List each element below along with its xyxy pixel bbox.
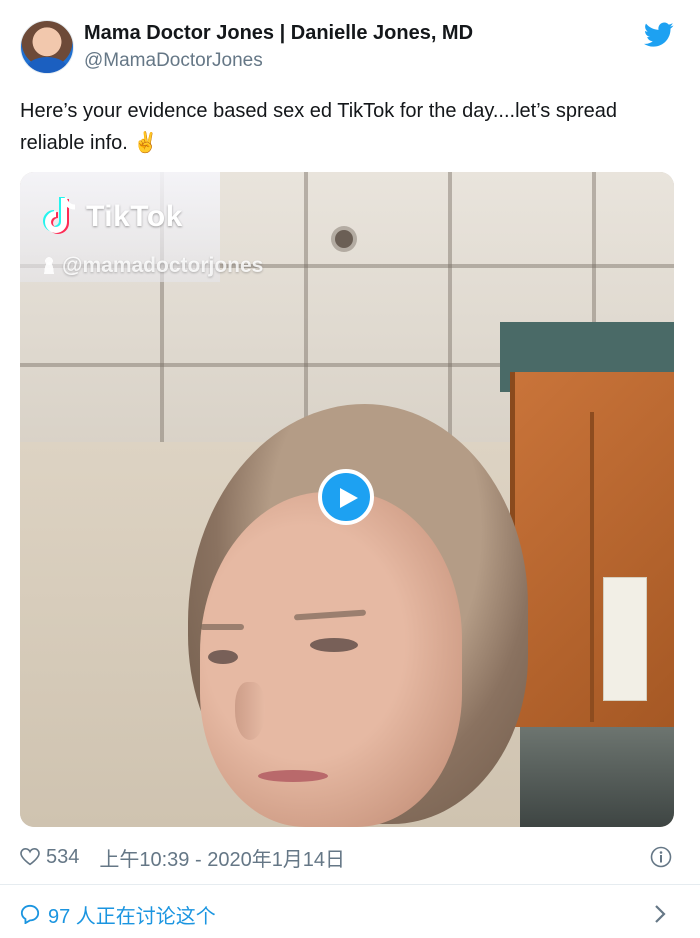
tweet-body: Here’s your evidence based sex ed TikTok…: [20, 100, 617, 154]
heart-icon[interactable]: [20, 848, 40, 866]
twitter-bird-icon[interactable]: [644, 22, 674, 48]
play-button[interactable]: [318, 469, 374, 525]
tweet-timestamp[interactable]: 上午10:39 - 2020年1月14日: [99, 843, 345, 872]
discussion-text: 97 人正在讨论这个: [48, 905, 216, 928]
tweet-card: Mama Doctor Jones | Danielle Jones, MD @…: [0, 0, 700, 938]
user-icon: [42, 256, 56, 274]
author-handle[interactable]: @MamaDoctorJones: [84, 50, 263, 72]
scene-sprinkler: [335, 230, 353, 248]
chat-bubble-icon: [20, 904, 40, 924]
avatar[interactable]: [20, 20, 74, 74]
person-mouth: [258, 770, 328, 782]
scene-cabinet-seam: [590, 412, 594, 722]
tweet-text: Here’s your evidence based sex ed TikTok…: [20, 95, 660, 159]
author-display-name[interactable]: Mama Doctor Jones | Danielle Jones, MD: [84, 22, 473, 45]
tiktok-username-text: @mamadoctorjones: [62, 254, 264, 277]
footer-divider: [0, 884, 700, 885]
info-icon[interactable]: [650, 846, 672, 868]
like-count[interactable]: 534: [46, 846, 79, 869]
video-thumbnail[interactable]: TikTok @mamadoctorjones: [20, 172, 674, 827]
scene-posted-paper: [603, 577, 647, 701]
victory-hand-emoji: ✌️: [133, 132, 159, 154]
discussion-link[interactable]: 97 人正在讨论这个: [20, 900, 216, 928]
tiktok-username: @mamadoctorjones: [42, 254, 263, 278]
person-eye: [208, 650, 238, 664]
scene-counter: [520, 727, 674, 827]
person-nose: [235, 682, 265, 740]
chevron-right-icon[interactable]: [652, 904, 668, 924]
person-eye: [310, 638, 358, 652]
tiktok-logo-icon: [43, 197, 76, 234]
play-icon: [340, 488, 358, 508]
person-brow: [200, 624, 244, 630]
tiktok-wordmark: TikTok: [86, 200, 183, 233]
tweet-stats: 534 上午10:39 - 2020年1月14日: [20, 842, 680, 872]
person-face: [200, 492, 462, 827]
